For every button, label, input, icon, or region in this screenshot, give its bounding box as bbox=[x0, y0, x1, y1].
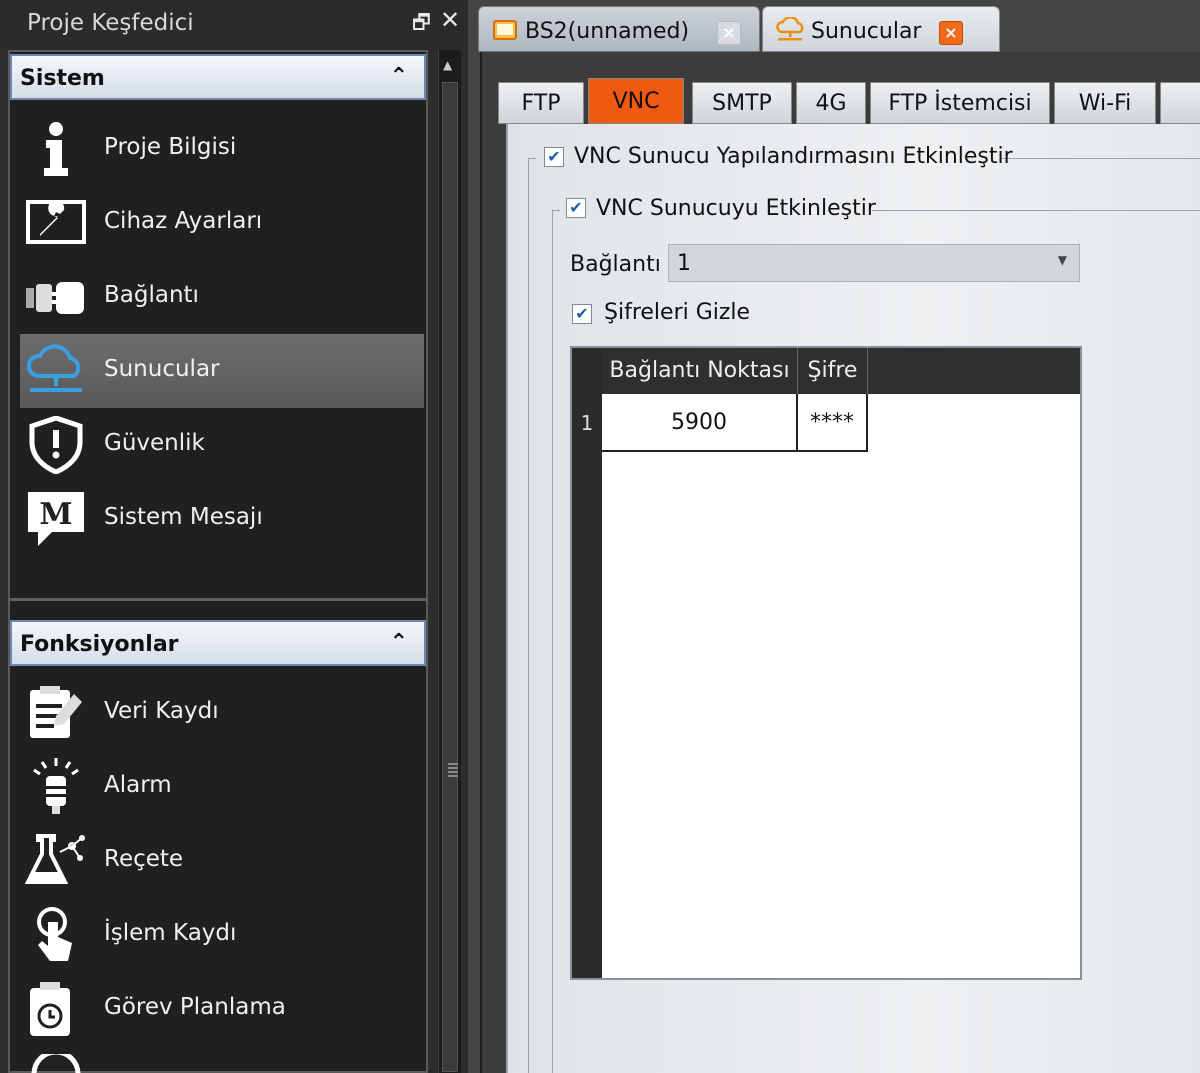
tab-ftp[interactable]: FTP bbox=[498, 82, 584, 124]
enable-vnc-server-label: VNC Sunucuyu Etkinleştir bbox=[596, 196, 876, 221]
enable-vnc-config-checkbox[interactable]: ✔ bbox=[544, 147, 564, 167]
sidebar-item-partial[interactable] bbox=[20, 1046, 424, 1073]
explorer-title-bar: Proje Keşfedici 🗗 ✕ bbox=[0, 0, 468, 50]
sidebar-item-sunucular[interactable]: Sunucular bbox=[20, 334, 424, 408]
fieldset-border bbox=[528, 158, 529, 1073]
flask-icon bbox=[24, 834, 85, 884]
sidebar-item-islem-kaydi[interactable]: İşlem Kaydı bbox=[20, 898, 424, 972]
enable-vnc-config-label: VNC Sunucu Yapılandırmasını Etkinleştir bbox=[574, 144, 1013, 169]
connection-select[interactable]: 1 ▼ bbox=[668, 244, 1080, 282]
clipboard-icon bbox=[30, 686, 82, 738]
connection-label: Bağlantı bbox=[570, 252, 661, 277]
hand-pointer-icon bbox=[37, 907, 72, 961]
group-label: Sistem bbox=[20, 66, 105, 91]
shield-icon bbox=[29, 416, 83, 474]
screen-icon bbox=[493, 20, 517, 40]
tab-wi-fi[interactable]: Wi-Fi bbox=[1054, 82, 1156, 124]
column-header-password[interactable]: Şifre bbox=[798, 348, 868, 394]
sidebar-item-label: Cihaz Ayarları bbox=[104, 208, 263, 234]
tab-label: Sunucular bbox=[811, 19, 922, 44]
port-cell[interactable]: 5900 bbox=[602, 394, 798, 452]
sidebar-item-label: Veri Kaydı bbox=[104, 698, 219, 724]
group-label: Fonksiyonlar bbox=[20, 632, 179, 657]
svg-text:M: M bbox=[39, 497, 72, 532]
column-header-port[interactable]: Bağlantı Noktası bbox=[602, 348, 798, 394]
group-header-sistem[interactable]: Sistem ⌃ bbox=[10, 54, 426, 100]
chevron-up-icon[interactable]: ⌃ bbox=[390, 64, 408, 89]
hide-passwords-checkbox[interactable]: ✔ bbox=[572, 304, 592, 324]
close-icon[interactable]: × bbox=[717, 21, 741, 45]
group-header-fonksiyonlar[interactable]: Fonksiyonlar ⌃ bbox=[10, 620, 426, 666]
tab-ftp-istemcisi[interactable]: FTP İstemcisi bbox=[870, 82, 1050, 124]
fieldset-border bbox=[872, 210, 1200, 211]
chevron-up-icon[interactable]: ⌃ bbox=[390, 630, 408, 655]
close-icon[interactable]: × bbox=[939, 21, 963, 45]
sidebar-item-proje-bilgisi[interactable]: Proje Bilgisi bbox=[20, 112, 424, 186]
sidebar-item-alarm[interactable]: Alarm bbox=[20, 750, 424, 824]
vnc-ports-table: Bağlantı Noktası Şifre 1 5900 **** bbox=[570, 346, 1082, 980]
explorer-title: Proje Keşfedici bbox=[27, 10, 194, 36]
sidebar-item-recete[interactable]: Reçete bbox=[20, 824, 424, 898]
explorer-body: Sistem ⌃ Proje Bilgisi Cihaz Ayarları Ba… bbox=[8, 50, 428, 1073]
group-separator bbox=[10, 598, 426, 601]
close-icon[interactable]: ✕ bbox=[440, 6, 460, 34]
sidebar-item-label: Görev Planlama bbox=[104, 994, 286, 1020]
sidebar-item-label: Sunucular bbox=[104, 356, 220, 382]
tab-4g[interactable]: 4G bbox=[796, 82, 866, 124]
info-icon bbox=[44, 122, 68, 176]
wrench-icon bbox=[26, 200, 86, 244]
sidebar-item-veri-kaydi[interactable]: Veri Kaydı bbox=[20, 676, 424, 750]
document-area: BS2(unnamed) × Sunucular × FTP VNC SMTP … bbox=[468, 0, 1200, 1073]
fieldset-border bbox=[552, 210, 553, 1073]
fieldset-border bbox=[552, 210, 560, 211]
grip-icon bbox=[448, 763, 458, 779]
sidebar-item-cihaz-ayarlari[interactable]: Cihaz Ayarları bbox=[20, 186, 424, 260]
tab-overflow bbox=[1160, 82, 1200, 124]
sidebar-item-label: Sistem Mesajı bbox=[104, 504, 263, 530]
sidebar-item-sistem-mesaji[interactable]: M Sistem Mesajı bbox=[20, 482, 424, 556]
fieldset-border bbox=[1002, 158, 1200, 159]
row-number: 1 bbox=[580, 411, 594, 435]
hide-passwords-label: Şifreleri Gizle bbox=[604, 300, 751, 325]
tab-vnc[interactable]: VNC bbox=[588, 78, 684, 124]
plug-icon bbox=[26, 282, 84, 314]
partial-icon bbox=[31, 1054, 81, 1073]
cloud-icon bbox=[27, 344, 82, 392]
tab-smtp[interactable]: SMTP bbox=[692, 82, 792, 124]
tab-sunucular[interactable]: Sunucular × bbox=[762, 6, 1000, 52]
cloud-icon bbox=[776, 17, 804, 41]
sidebar-item-label: Reçete bbox=[104, 846, 184, 872]
fieldset-border bbox=[528, 158, 536, 159]
scroll-up-icon[interactable]: ▲ bbox=[443, 58, 452, 72]
sidebar-item-label: İşlem Kaydı bbox=[104, 920, 237, 946]
sidebar-item-label: Bağlantı bbox=[104, 282, 199, 308]
sidebar-item-label: Güvenlik bbox=[104, 430, 205, 456]
dropdown-arrow-icon[interactable]: ▼ bbox=[1058, 253, 1067, 267]
sidebar-item-guvenlik[interactable]: Güvenlik bbox=[20, 408, 424, 482]
pin-icon[interactable]: 🗗 bbox=[412, 8, 431, 42]
scheduler-icon bbox=[30, 982, 70, 1036]
table-header: Bağlantı Noktası Şifre bbox=[602, 348, 1080, 394]
enable-vnc-server-checkbox[interactable]: ✔ bbox=[566, 198, 586, 218]
explorer-scrollbar[interactable]: ▲ bbox=[438, 50, 461, 1073]
message-icon: M bbox=[28, 492, 84, 546]
sidebar-item-gorev-planlama[interactable]: Görev Planlama bbox=[20, 972, 424, 1046]
alarm-icon bbox=[33, 758, 79, 814]
tab-label: BS2(unnamed) bbox=[525, 19, 690, 44]
tab-bs2[interactable]: BS2(unnamed) × bbox=[478, 6, 760, 52]
sidebar-item-label: Alarm bbox=[104, 772, 172, 798]
scrollbar-thumb[interactable] bbox=[442, 82, 458, 1072]
sidebar-item-baglanti[interactable]: Bağlantı bbox=[20, 260, 424, 334]
project-explorer: Proje Keşfedici 🗗 ✕ Sistem ⌃ Proje Bilgi… bbox=[0, 0, 468, 1073]
sidebar-item-label: Proje Bilgisi bbox=[104, 134, 237, 160]
password-cell[interactable]: **** bbox=[798, 394, 868, 452]
connection-value: 1 bbox=[677, 251, 691, 276]
